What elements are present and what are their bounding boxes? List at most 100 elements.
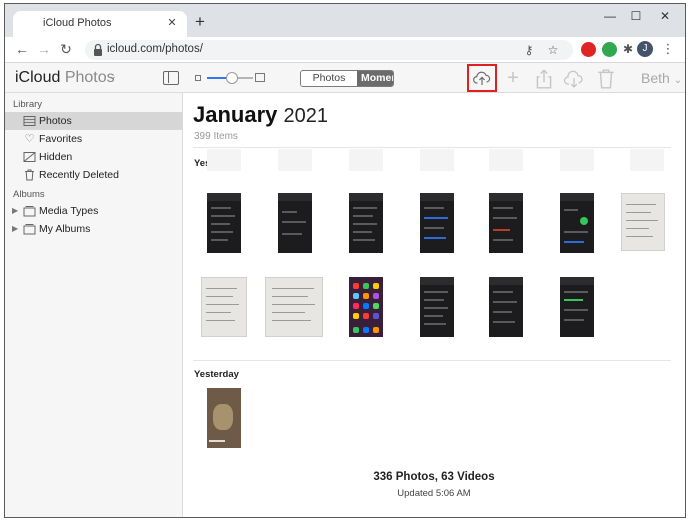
chevron-down-icon[interactable]: ⌄	[109, 71, 117, 82]
app-title-main: iCloud	[15, 69, 61, 86]
sidebar-toggle-icon[interactable]	[163, 71, 179, 85]
extension-green-icon[interactable]	[602, 42, 617, 57]
cloud-upload-icon	[473, 71, 491, 85]
sidebar-item-photos[interactable]: Photos	[5, 112, 182, 130]
photo-thumbnail[interactable]	[201, 277, 247, 337]
photo-thumbnail[interactable]	[207, 149, 241, 171]
year-label: 2021	[283, 105, 329, 127]
apple-icon	[23, 16, 37, 30]
video-thumbnail[interactable]	[207, 388, 241, 448]
photo-thumbnail[interactable]	[265, 277, 323, 337]
photo-thumbnail[interactable]	[630, 149, 664, 171]
browser-toolbar: ← → ↻ icloud.com/photos/ ⚷ ☆ ✱ J ⋮	[5, 37, 685, 63]
photo-thumbnail[interactable]	[560, 193, 594, 253]
sidebar-item-favorites[interactable]: ♡ Favorites	[5, 130, 182, 148]
tab-strip: iCloud Photos ✕ + — ☐ ✕	[5, 4, 685, 37]
photo-thumbnail[interactable]	[278, 193, 312, 253]
chevron-down-icon: ⌄	[673, 75, 683, 86]
extension-red-icon[interactable]	[581, 42, 596, 57]
item-count: 399 Items	[194, 131, 238, 142]
tab-moments[interactable]: Moments	[357, 71, 393, 86]
album-icon	[23, 206, 36, 217]
key-icon[interactable]: ⚷	[521, 42, 537, 58]
photos-main-area: January 2021 399 Items Yesterday 336 Pho…	[183, 93, 685, 517]
icloud-app-bar: iCloud Photos ⌄ Photos Moments +	[5, 63, 685, 93]
upload-button[interactable]	[467, 64, 497, 92]
back-icon[interactable]: ←	[13, 40, 31, 58]
photo-thumbnail[interactable]	[489, 193, 523, 253]
photo-thumbnail[interactable]	[278, 149, 312, 171]
app-title[interactable]: iCloud Photos	[15, 69, 115, 87]
disclosure-triangle-icon[interactable]: ▶	[12, 206, 18, 215]
zoom-slider[interactable]	[207, 72, 253, 84]
close-window-icon[interactable]: ✕	[655, 8, 675, 24]
share-icon[interactable]	[533, 68, 555, 90]
sidebar: Library Photos ♡ Favorites Hidden Recent…	[5, 93, 183, 517]
new-tab-button[interactable]: +	[191, 13, 209, 31]
forward-icon[interactable]: →	[35, 40, 53, 58]
sidebar-item-label: Photos	[39, 115, 72, 127]
photo-thumbnail[interactable]	[420, 193, 454, 253]
photo-thumbnail[interactable]	[420, 277, 454, 337]
trash-icon[interactable]	[595, 68, 617, 90]
sidebar-item-recently-deleted[interactable]: Recently Deleted	[5, 166, 182, 184]
photo-thumbnail[interactable]	[349, 193, 383, 253]
photos-icon	[23, 116, 36, 126]
sidebar-item-label: Recently Deleted	[39, 169, 119, 181]
profile-avatar[interactable]: J	[637, 41, 653, 57]
hidden-icon	[23, 152, 36, 162]
photo-thumbnail[interactable]	[489, 149, 523, 171]
star-icon[interactable]: ☆	[545, 42, 561, 58]
add-icon[interactable]: +	[502, 67, 524, 89]
close-tab-icon[interactable]: ✕	[165, 16, 179, 30]
url-text: icloud.com/photos/	[107, 43, 203, 55]
sidebar-item-media-types[interactable]: ▶ Media Types	[5, 202, 182, 220]
divider	[193, 360, 671, 361]
divider	[193, 147, 671, 148]
zoom-slider-knob[interactable]	[226, 72, 239, 84]
view-segmented-control: Photos Moments	[300, 70, 394, 87]
extensions-puzzle-icon[interactable]: ✱	[619, 40, 637, 58]
cloud-download-icon[interactable]	[563, 69, 585, 91]
user-name: Beth	[641, 70, 670, 86]
browser-tab[interactable]: iCloud Photos ✕	[13, 11, 187, 37]
sidebar-item-label: Favorites	[39, 133, 83, 145]
sidebar-item-hidden[interactable]: Hidden	[5, 148, 182, 166]
browser-window: iCloud Photos ✕ + — ☐ ✕ ← → ↻ icloud.com…	[4, 3, 686, 518]
zoom-in-icon	[255, 73, 265, 82]
album-icon	[23, 224, 36, 235]
address-bar[interactable]: icloud.com/photos/ ⚷ ☆	[85, 40, 573, 60]
maximize-icon[interactable]: ☐	[626, 8, 646, 24]
sidebar-item-label: Media Types	[39, 205, 99, 217]
user-menu[interactable]: Beth ⌄	[641, 70, 682, 86]
zoom-out-icon	[195, 75, 201, 81]
updated-timestamp: Updated 5:06 AM	[397, 488, 471, 499]
page-title: January 2021	[193, 102, 328, 128]
library-header: Library	[13, 99, 43, 110]
sidebar-item-my-albums[interactable]: ▶ My Albums	[5, 220, 182, 238]
sidebar-item-label: My Albums	[39, 223, 91, 235]
tab-photos[interactable]: Photos	[301, 71, 357, 86]
sidebar-item-label: Hidden	[39, 151, 73, 163]
albums-header: Albums	[13, 189, 45, 200]
photo-thumbnail[interactable]	[207, 193, 241, 253]
photo-thumbnail[interactable]	[349, 149, 383, 171]
photo-thumbnail[interactable]	[560, 149, 594, 171]
month-label: January	[193, 102, 278, 127]
photo-thumbnail[interactable]	[560, 277, 594, 337]
minimize-icon[interactable]: —	[600, 8, 620, 24]
disclosure-triangle-icon[interactable]: ▶	[12, 224, 18, 233]
tab-title: iCloud Photos	[43, 17, 112, 29]
photo-thumbnail[interactable]	[420, 149, 454, 171]
photo-thumbnail[interactable]	[621, 193, 665, 251]
menu-dots-icon[interactable]: ⋮	[661, 41, 675, 57]
library-summary: 336 Photos, 63 Videos	[373, 471, 495, 483]
photo-thumbnail[interactable]	[349, 277, 383, 337]
app-title-sub: Photos	[64, 69, 115, 86]
trash-icon	[25, 169, 34, 181]
lock-icon	[94, 43, 102, 56]
reload-icon[interactable]: ↻	[57, 40, 75, 58]
heart-icon: ♡	[24, 133, 35, 145]
photo-thumbnail[interactable]	[489, 277, 523, 337]
section-label: Yesterday	[194, 369, 239, 380]
